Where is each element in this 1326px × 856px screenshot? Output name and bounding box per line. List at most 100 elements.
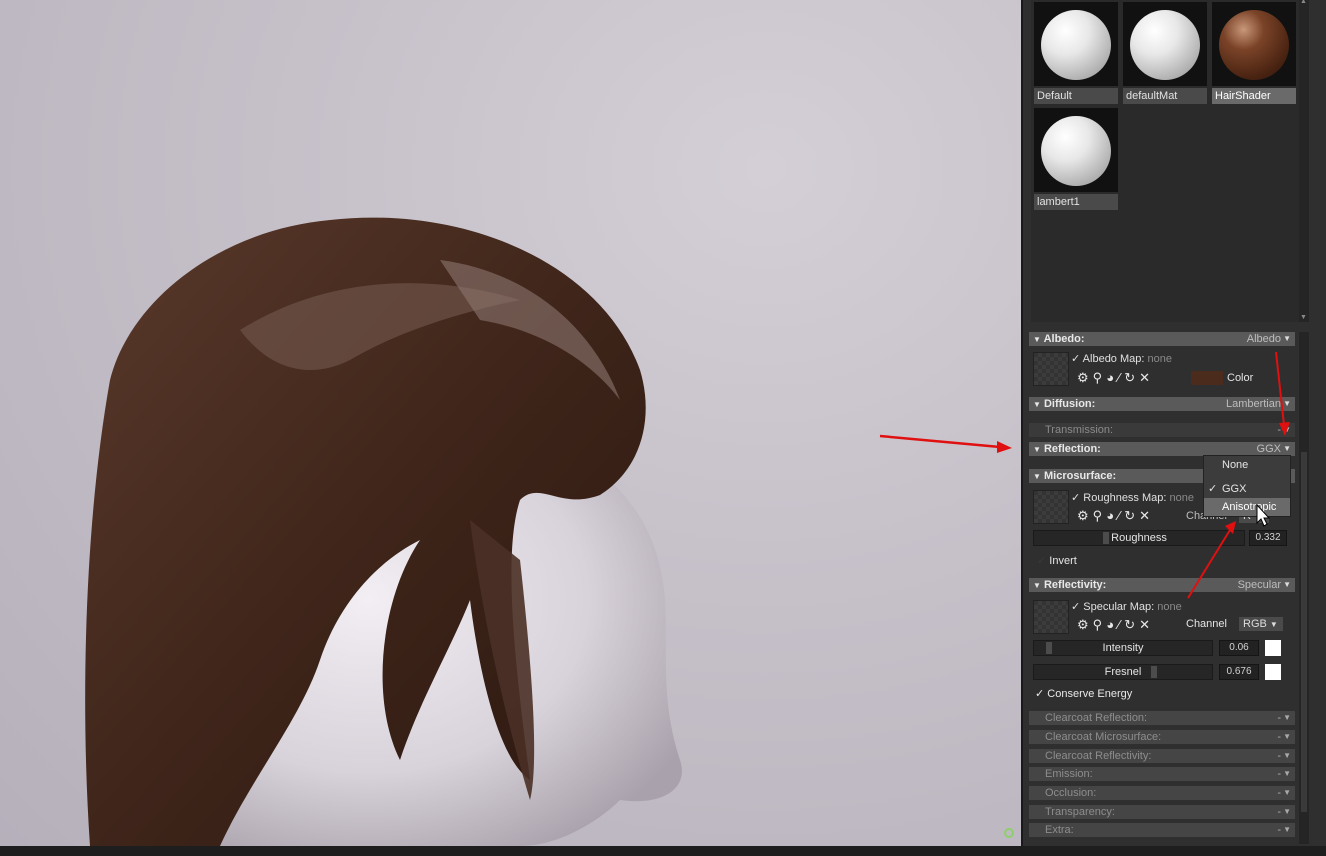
magnify-icon[interactable]: ⚲ (1093, 370, 1107, 385)
material-sidebar: Default defaultMat HairShader lambert1 ▼… (1021, 0, 1326, 846)
material-label: lambert1 (1034, 194, 1118, 210)
chevron-down-icon: ▼ (1283, 769, 1291, 778)
specular-map-value: none (1157, 601, 1182, 613)
section-title: Reflection: (1043, 443, 1101, 455)
transmission-mode-select[interactable]: - (1277, 423, 1281, 437)
reflection-mode-select[interactable]: GGX (1257, 442, 1281, 456)
scrollbar-thumb[interactable] (1301, 452, 1307, 812)
section-reflectivity[interactable]: ▼ Reflectivity: Specular ▼ (1029, 578, 1295, 592)
diffusion-mode-select[interactable]: Lambertian (1226, 397, 1281, 411)
roughness-value-field[interactable]: 0.332 (1249, 530, 1287, 546)
material-sphere-preview (1130, 10, 1200, 80)
section-title: Reflectivity: (1043, 579, 1107, 591)
fresnel-color-swatch[interactable] (1265, 664, 1281, 680)
roughness-tool-row: ⚙⚲◕⁄↻✕ (1077, 508, 1154, 524)
specular-map-slot[interactable] (1033, 600, 1069, 634)
gear-icon[interactable]: ⚙ (1077, 617, 1093, 632)
section-title: Microsurface: (1043, 470, 1117, 482)
refresh-icon[interactable]: ↻ (1124, 617, 1139, 632)
section-transmission[interactable]: Transmission: - ▼ (1029, 423, 1295, 437)
close-icon[interactable]: ✕ (1139, 617, 1154, 632)
albedo-color-label: Color (1227, 372, 1254, 384)
picker-icon[interactable]: ◕ (1106, 617, 1118, 632)
section-occlusion[interactable]: Occlusion: - ▼ (1029, 786, 1295, 800)
material-label: Default (1034, 88, 1118, 104)
roughness-map-slot[interactable] (1033, 490, 1069, 524)
menu-item-none[interactable]: None (1204, 456, 1290, 474)
section-clearcoat-reflectivity[interactable]: Clearcoat Reflectivity: - ▼ (1029, 749, 1295, 763)
material-label: HairShader (1212, 88, 1296, 104)
status-bar (0, 846, 1326, 856)
picker-icon[interactable]: ◕ (1106, 370, 1118, 385)
invert-checkbox[interactable]: ✓ Invert (1037, 554, 1077, 567)
material-library: Default defaultMat HairShader lambert1 (1031, 0, 1299, 322)
chevron-down-icon: ▼ (1283, 807, 1291, 816)
chevron-down-icon: ▼ (1283, 713, 1291, 722)
slider-knob[interactable] (1151, 666, 1157, 678)
material-label: defaultMat (1123, 88, 1207, 104)
specular-channel-select[interactable]: RGB ▼ (1239, 617, 1283, 631)
check-icon: ✓ (1071, 492, 1081, 504)
gear-icon[interactable]: ⚙ (1077, 508, 1093, 523)
3d-viewport[interactable] (0, 0, 1021, 846)
albedo-color-swatch[interactable] (1191, 371, 1223, 385)
conserve-energy-label: Conserve Energy (1047, 688, 1133, 700)
magnify-icon[interactable]: ⚲ (1093, 508, 1107, 523)
menu-item-anisotropic[interactable]: Anisotropic (1204, 498, 1290, 516)
gear-icon[interactable]: ⚙ (1077, 370, 1093, 385)
magnify-icon[interactable]: ⚲ (1093, 617, 1107, 632)
library-scrollbar[interactable] (1299, 0, 1309, 322)
intensity-value-field[interactable]: 0.06 (1219, 640, 1259, 656)
menu-item-ggx[interactable]: ✓ GGX (1204, 480, 1290, 498)
section-diffusion[interactable]: ▼ Diffusion: Lambertian ▼ (1029, 397, 1295, 411)
section-clearcoat-reflection[interactable]: Clearcoat Reflection: - ▼ (1029, 711, 1295, 725)
fresnel-slider[interactable]: Fresnel (1033, 664, 1213, 680)
refresh-icon[interactable]: ↻ (1124, 370, 1139, 385)
slider-knob[interactable] (1046, 642, 1052, 654)
refresh-icon[interactable]: ↻ (1124, 508, 1139, 523)
close-icon[interactable]: ✕ (1139, 370, 1154, 385)
chevron-down-icon: ▼ (1283, 751, 1291, 760)
collapse-triangle-icon: ▼ (1033, 335, 1041, 344)
section-albedo[interactable]: ▼ Albedo: Albedo ▼ (1029, 332, 1295, 346)
section-emission[interactable]: Emission: - ▼ (1029, 767, 1295, 781)
chevron-down-icon: ▼ (1283, 444, 1291, 453)
section-extra[interactable]: Extra: - ▼ (1029, 823, 1295, 837)
chevron-down-icon: ▼ (1283, 580, 1291, 589)
material-sphere-preview (1041, 116, 1111, 186)
reflectivity-mode-select[interactable]: Specular (1238, 578, 1281, 592)
section-title: Transmission: (1045, 424, 1114, 436)
albedo-mode-select[interactable]: Albedo (1247, 332, 1281, 346)
material-sphere-preview (1219, 10, 1289, 80)
picker-icon[interactable]: ◕ (1106, 508, 1118, 523)
material-properties: ▼ Albedo: Albedo ▼ ✓ Albedo Map: none ⚙⚲… (1029, 332, 1295, 844)
albedo-map-value: none (1147, 353, 1172, 365)
collapse-triangle-icon: ▼ (1033, 472, 1041, 481)
section-clearcoat-microsurface[interactable]: Clearcoat Microsurface: - ▼ (1029, 730, 1295, 744)
collapse-triangle-icon: ▼ (1033, 445, 1041, 454)
slider-knob[interactable] (1103, 532, 1109, 544)
material-thumb-hairshader[interactable]: HairShader (1212, 0, 1296, 106)
intensity-slider[interactable]: Intensity (1033, 640, 1213, 656)
reflection-mode-menu: None ✓ GGX Anisotropic (1203, 455, 1291, 517)
properties-scrollbar[interactable] (1299, 332, 1309, 844)
specular-tool-row: ⚙⚲◕⁄↻✕ (1077, 617, 1154, 633)
chevron-down-icon: ▼ (1269, 620, 1278, 629)
conserve-energy-checkbox[interactable]: ✓ Conserve Energy (1035, 687, 1132, 700)
roughness-map-label: Roughness Map: (1083, 492, 1167, 504)
section-transparency[interactable]: Transparency: - ▼ (1029, 805, 1295, 819)
albedo-tool-row: ⚙⚲◕⁄↻✕ (1077, 370, 1154, 386)
material-thumb-default[interactable]: Default (1034, 0, 1118, 106)
material-thumb-defaultmat[interactable]: defaultMat (1123, 0, 1207, 106)
chevron-down-icon: ▼ (1283, 399, 1291, 408)
section-reflection[interactable]: ▼ Reflection: GGX ▼ (1029, 442, 1295, 456)
close-icon[interactable]: ✕ (1139, 508, 1154, 523)
albedo-map-label: Albedo Map: (1082, 353, 1145, 365)
intensity-color-swatch[interactable] (1265, 640, 1281, 656)
fresnel-value-field[interactable]: 0.676 (1219, 664, 1259, 680)
material-thumb-lambert1[interactable]: lambert1 (1034, 106, 1118, 212)
roughness-slider[interactable]: Roughness (1033, 530, 1245, 546)
specular-channel-label: Channel (1186, 618, 1227, 630)
section-title: Albedo: (1043, 333, 1085, 345)
albedo-map-slot[interactable] (1033, 352, 1069, 386)
